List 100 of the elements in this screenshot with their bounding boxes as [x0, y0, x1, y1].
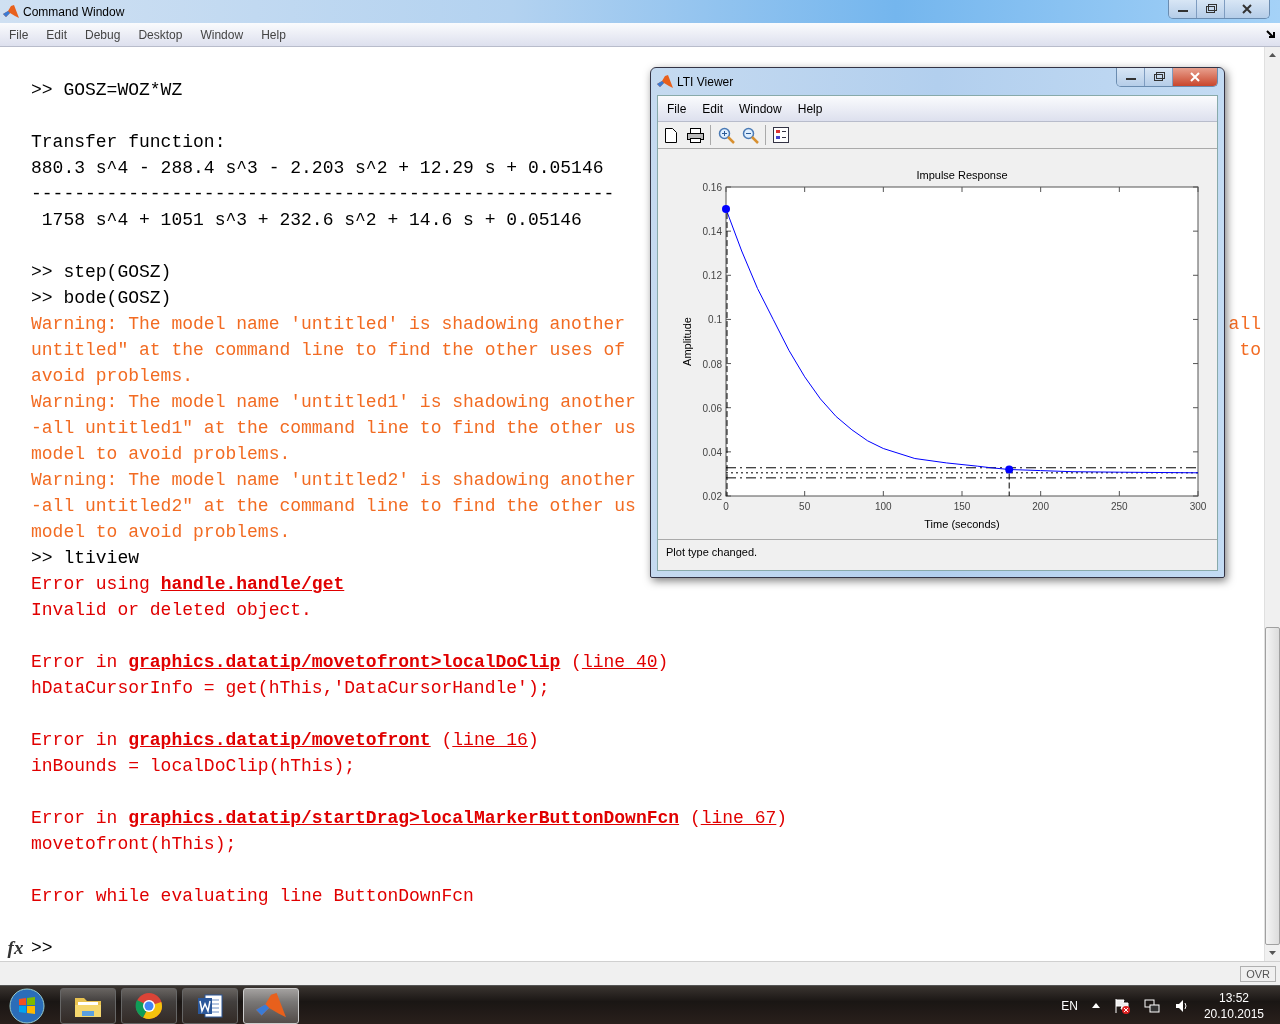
scroll-down-icon[interactable]	[1269, 951, 1276, 955]
console-text: inBounds = localDoClip(hThis);	[31, 756, 356, 776]
taskbar-button[interactable]	[60, 987, 116, 1024]
minimize-button[interactable]	[1117, 68, 1145, 86]
taskbar-button[interactable]	[121, 987, 177, 1024]
console-text: Warning: The model name 'untitled1' is shadowing another	[31, 392, 636, 412]
network-icon[interactable]	[1143, 997, 1160, 1014]
scrollbar-thumb[interactable]	[1265, 626, 1280, 945]
zoom-out-button[interactable]	[741, 126, 759, 144]
menu-item[interactable]: Help	[789, 101, 831, 116]
tick-label: 250	[1111, 501, 1128, 512]
clock[interactable]: 13:52 20.10.2015	[1203, 989, 1264, 1022]
menu-item[interactable]: Edit	[37, 27, 77, 42]
line-link[interactable]: line 40	[581, 652, 658, 672]
console-text: ------------------------------------------------------	[31, 184, 615, 204]
browser-icon	[135, 991, 163, 1020]
menu-item[interactable]: File	[0, 27, 38, 42]
status-indicator: OVR	[1240, 965, 1276, 982]
data-marker[interactable]	[722, 205, 730, 214]
tick-label: 0.1	[708, 314, 722, 326]
menu-item[interactable]: Help	[252, 27, 295, 42]
tick-label: 0.12	[702, 270, 722, 282]
console-text: Error in graphics.datatip/movetofront>localDoClip (line 40)	[31, 652, 669, 672]
console-text: >> GOSZ=WOZ*WZ	[31, 80, 183, 100]
close-icon	[1189, 72, 1201, 82]
undock-icon[interactable]	[1266, 29, 1276, 40]
code-link[interactable]: graphics.datatip/startDrag>localMarkerButtonDownFcn	[128, 808, 680, 828]
code-link[interactable]: graphics.datatip/movetofront>localDoClip	[128, 652, 561, 672]
tick-label: 0.06	[702, 402, 722, 414]
matlab-logo-icon	[3, 3, 19, 20]
scrollbar[interactable]	[1264, 47, 1280, 961]
legend-button[interactable]	[772, 126, 790, 144]
print-button[interactable]	[686, 126, 704, 144]
console-text: Error in graphics.datatip/movetofront (line 16)	[31, 730, 539, 750]
window-title: LTI Viewer	[677, 74, 735, 89]
data-marker[interactable]	[1005, 465, 1014, 474]
console-text: >> step(GOSZ)	[31, 262, 172, 282]
console-text: >> ltiview	[31, 548, 140, 568]
menu-item[interactable]: Window	[191, 27, 253, 42]
tick-label: 0.02	[702, 491, 722, 502]
tick-label: 0	[723, 501, 729, 512]
console-text: -all untitled1" at the command line to find the other us	[31, 418, 636, 438]
menu-item[interactable]: File	[659, 101, 695, 116]
tick-label: 100	[875, 501, 892, 512]
menu-item[interactable]: Debug	[76, 27, 130, 42]
console-text: 1758 s^4 + 1051 s^3 + 232.6 s^2 + 14.6 s + 0.05146	[40, 210, 582, 230]
chart-title: Impulse Response	[916, 169, 1008, 181]
console-text: 880.3 s^4 - 288.4 s^3 - 2.203 s^2 + 12.29 s + 0.05146	[31, 158, 604, 178]
menu-item[interactable]: Window	[731, 101, 790, 116]
minimize-button[interactable]	[1169, 0, 1197, 18]
close-icon	[1241, 4, 1253, 14]
taskbar-button[interactable]	[182, 987, 238, 1024]
console-text: all	[1228, 314, 1262, 334]
function-browser-button[interactable]: fx	[7, 937, 24, 959]
console-text: >> bode(GOSZ)	[31, 288, 172, 308]
console-text: Transfer function:	[31, 132, 226, 152]
close-button[interactable]	[1225, 0, 1269, 18]
flag-icon[interactable]	[1113, 997, 1130, 1014]
tick-label: 150	[953, 501, 971, 512]
tick-label: 0.14	[702, 226, 722, 238]
restore-button[interactable]	[1197, 0, 1225, 18]
tick-label: 50	[799, 501, 811, 512]
show-hidden-icons-icon[interactable]	[1091, 1003, 1100, 1008]
console-text: untitled" at the command line to find the other uses of	[31, 340, 626, 360]
scroll-up-icon[interactable]	[1269, 53, 1276, 57]
console-text: hDataCursorInfo = get(hThis,'DataCursorHandle');	[31, 678, 550, 698]
status-message: Plot type changed.	[665, 545, 759, 560]
close-button[interactable]	[1173, 68, 1217, 86]
console-text: Error in graphics.datatip/startDrag>localMarkerButtonDownFcn (line 67)	[31, 808, 788, 828]
code-link[interactable]: graphics.datatip/movetofront	[128, 730, 431, 750]
command-prompt[interactable]: >>	[31, 938, 53, 958]
language-indicator[interactable]: EN	[1061, 998, 1078, 1013]
zoom-in-button[interactable]	[717, 126, 735, 144]
start-button[interactable]	[8, 986, 46, 1024]
console-text: model to avoid problems.	[31, 444, 291, 464]
tick-label: 0.16	[702, 182, 722, 193]
axis-label: Amplitude	[681, 317, 693, 366]
console-text: Error using handle.handle/get	[31, 574, 345, 594]
tick-label: 200	[1032, 501, 1049, 512]
window-title: Command Window	[23, 4, 126, 19]
tick-label: 300	[1189, 501, 1207, 512]
console-text: -all untitled2" at the command line to find the other us	[31, 496, 636, 516]
new-file-button[interactable]	[662, 126, 680, 144]
tick-label: 0.04	[702, 446, 722, 458]
console-text: movetofront(hThis);	[31, 834, 237, 854]
line-link[interactable]: line 16	[452, 730, 528, 750]
console-text: model to avoid problems.	[31, 522, 291, 542]
menu-item[interactable]: Edit	[694, 101, 732, 116]
restore-icon	[1152, 72, 1165, 82]
line-link[interactable]: line 67	[700, 808, 777, 828]
console-text: Warning: The model name 'untitled' is shadowing another	[31, 314, 626, 334]
console-text: Invalid or deleted object.	[31, 600, 312, 620]
restore-button[interactable]	[1145, 68, 1173, 86]
axis-label: Time (seconds)	[924, 518, 1000, 530]
console-text: to	[1239, 340, 1262, 360]
console-text: Warning: The model name 'untitled2' is shadowing another	[31, 470, 636, 490]
code-link[interactable]: handle.handle/get	[160, 574, 345, 594]
menu-item[interactable]: Desktop	[129, 27, 192, 42]
restore-icon	[1204, 4, 1217, 14]
tick-label: 0.08	[702, 358, 722, 370]
